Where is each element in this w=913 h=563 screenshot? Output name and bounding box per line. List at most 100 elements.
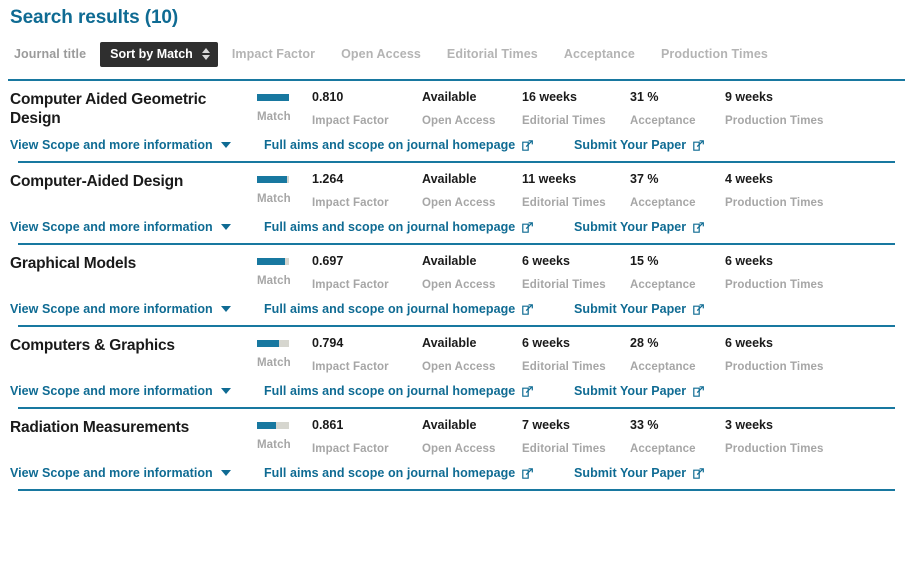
search-results-page: Search results (10) Journal title Sort b…: [0, 0, 913, 563]
result-row: Graphical Models Match 0.697 Impact Fact…: [0, 245, 913, 327]
metric-caption-editorial-times: Editorial Times: [522, 197, 606, 209]
full-aims-link[interactable]: Full aims and scope on journal homepage: [264, 466, 574, 480]
match-bar: [257, 94, 289, 101]
full-aims-link[interactable]: Full aims and scope on journal homepage: [264, 220, 574, 234]
match-bar: [257, 422, 289, 429]
full-aims-label: Full aims and scope on journal homepage: [264, 302, 516, 316]
stepper-up-down-icon: [201, 48, 210, 60]
metric-caption-production-times: Production Times: [725, 197, 824, 209]
result-actions: View Scope and more information Full aim…: [10, 128, 903, 161]
metric-impact-factor: 0.697 Impact Factor: [312, 254, 422, 292]
result-row: Radiation Measurements Match 0.861 Impac…: [0, 409, 913, 491]
metric-impact-factor: 0.810 Impact Factor: [312, 90, 422, 128]
result-summary: Computer-Aided Design Match 1.264 Impact…: [10, 163, 903, 210]
view-scope-link[interactable]: View Scope and more information: [10, 220, 264, 234]
journal-title[interactable]: Radiation Measurements: [10, 418, 257, 437]
metric-acceptance: 28 % Acceptance: [630, 336, 725, 374]
external-link-icon: [693, 303, 705, 315]
metric-value-editorial-times: 7 weeks: [522, 418, 570, 432]
view-scope-label: View Scope and more information: [10, 384, 213, 398]
metric-caption-impact-factor: Impact Factor: [312, 115, 389, 127]
full-aims-link[interactable]: Full aims and scope on journal homepage: [264, 384, 574, 398]
metric-open-access: Available Open Access: [422, 172, 522, 210]
metric-production-times: 3 weeks Production Times: [725, 418, 845, 456]
chevron-down-icon: [220, 388, 231, 394]
sort-option-impact-factor[interactable]: Impact Factor: [232, 47, 315, 61]
metric-impact-factor: 1.264 Impact Factor: [312, 172, 422, 210]
submit-paper-label: Submit Your Paper: [574, 220, 687, 234]
metric-value-impact-factor: 0.810: [312, 90, 344, 104]
metric-value-production-times: 3 weeks: [725, 418, 773, 432]
sort-option-open-access[interactable]: Open Access: [341, 47, 421, 61]
metric-value-production-times: 6 weeks: [725, 336, 773, 350]
metric-caption-match: Match: [257, 111, 291, 123]
full-aims-label: Full aims and scope on journal homepage: [264, 138, 516, 152]
submit-paper-link[interactable]: Submit Your Paper: [574, 384, 705, 398]
view-scope-link[interactable]: View Scope and more information: [10, 384, 264, 398]
metric-caption-open-access: Open Access: [422, 361, 496, 373]
metric-production-times: 4 weeks Production Times: [725, 172, 845, 210]
sort-option-editorial-times[interactable]: Editorial Times: [447, 47, 538, 61]
submit-paper-link[interactable]: Submit Your Paper: [574, 466, 705, 480]
metric-caption-open-access: Open Access: [422, 279, 496, 291]
metric-value-acceptance: 15 %: [630, 254, 659, 268]
metric-caption-production-times: Production Times: [725, 279, 824, 291]
metric-open-access: Available Open Access: [422, 336, 522, 374]
journal-title[interactable]: Graphical Models: [10, 254, 257, 273]
metric-acceptance: 15 % Acceptance: [630, 254, 725, 292]
metrics-group: Match 1.264 Impact Factor Available Open…: [257, 172, 903, 210]
metric-caption-open-access: Open Access: [422, 115, 496, 127]
metric-value-production-times: 9 weeks: [725, 90, 773, 104]
metric-impact-factor: 0.794 Impact Factor: [312, 336, 422, 374]
full-aims-link[interactable]: Full aims and scope on journal homepage: [264, 138, 574, 152]
view-scope-label: View Scope and more information: [10, 466, 213, 480]
submit-paper-label: Submit Your Paper: [574, 466, 687, 480]
submit-paper-link[interactable]: Submit Your Paper: [574, 302, 705, 316]
metric-caption-impact-factor: Impact Factor: [312, 361, 389, 373]
metric-production-times: 9 weeks Production Times: [725, 90, 845, 128]
submit-paper-link[interactable]: Submit Your Paper: [574, 138, 705, 152]
journal-title[interactable]: Computer Aided Geometric Design: [10, 90, 257, 128]
result-row: Computer Aided Geometric Design Match 0.…: [0, 81, 913, 163]
metric-value-impact-factor: 0.697: [312, 254, 344, 268]
metric-match: Match: [257, 254, 312, 288]
metric-acceptance: 33 % Acceptance: [630, 418, 725, 456]
chevron-down-icon: [220, 142, 231, 148]
view-scope-link[interactable]: View Scope and more information: [10, 302, 264, 316]
submit-paper-label: Submit Your Paper: [574, 302, 687, 316]
external-link-icon: [522, 221, 534, 233]
view-scope-link[interactable]: View Scope and more information: [10, 466, 264, 480]
metric-value-production-times: 6 weeks: [725, 254, 773, 268]
submit-paper-link[interactable]: Submit Your Paper: [574, 220, 705, 234]
metric-caption-open-access: Open Access: [422, 197, 496, 209]
external-link-icon: [522, 303, 534, 315]
metric-production-times: 6 weeks Production Times: [725, 254, 845, 292]
sort-option-production-times[interactable]: Production Times: [661, 47, 768, 61]
metric-value-open-access: Available: [422, 90, 477, 104]
metric-value-editorial-times: 6 weeks: [522, 336, 570, 350]
sort-by-match-select[interactable]: Sort by Match: [100, 41, 218, 67]
metric-value-editorial-times: 6 weeks: [522, 254, 570, 268]
result-summary: Computer Aided Geometric Design Match 0.…: [10, 81, 903, 128]
metric-caption-editorial-times: Editorial Times: [522, 361, 606, 373]
external-link-icon: [693, 385, 705, 397]
metric-value-open-access: Available: [422, 418, 477, 432]
view-scope-link[interactable]: View Scope and more information: [10, 138, 264, 152]
full-aims-label: Full aims and scope on journal homepage: [264, 466, 516, 480]
metric-caption-impact-factor: Impact Factor: [312, 197, 389, 209]
result-summary: Graphical Models Match 0.697 Impact Fact…: [10, 245, 903, 292]
metric-editorial-times: 7 weeks Editorial Times: [522, 418, 630, 456]
submit-paper-label: Submit Your Paper: [574, 384, 687, 398]
metric-editorial-times: 16 weeks Editorial Times: [522, 90, 630, 128]
match-bar: [257, 176, 289, 183]
metric-value-impact-factor: 0.794: [312, 336, 344, 350]
journal-title[interactable]: Computer-Aided Design: [10, 172, 257, 191]
metric-caption-match: Match: [257, 193, 291, 205]
match-bar: [257, 258, 289, 265]
full-aims-link[interactable]: Full aims and scope on journal homepage: [264, 302, 574, 316]
external-link-icon: [693, 221, 705, 233]
metric-open-access: Available Open Access: [422, 90, 522, 128]
result-divider: [18, 489, 895, 491]
journal-title[interactable]: Computers & Graphics: [10, 336, 257, 355]
sort-option-acceptance[interactable]: Acceptance: [564, 47, 635, 61]
